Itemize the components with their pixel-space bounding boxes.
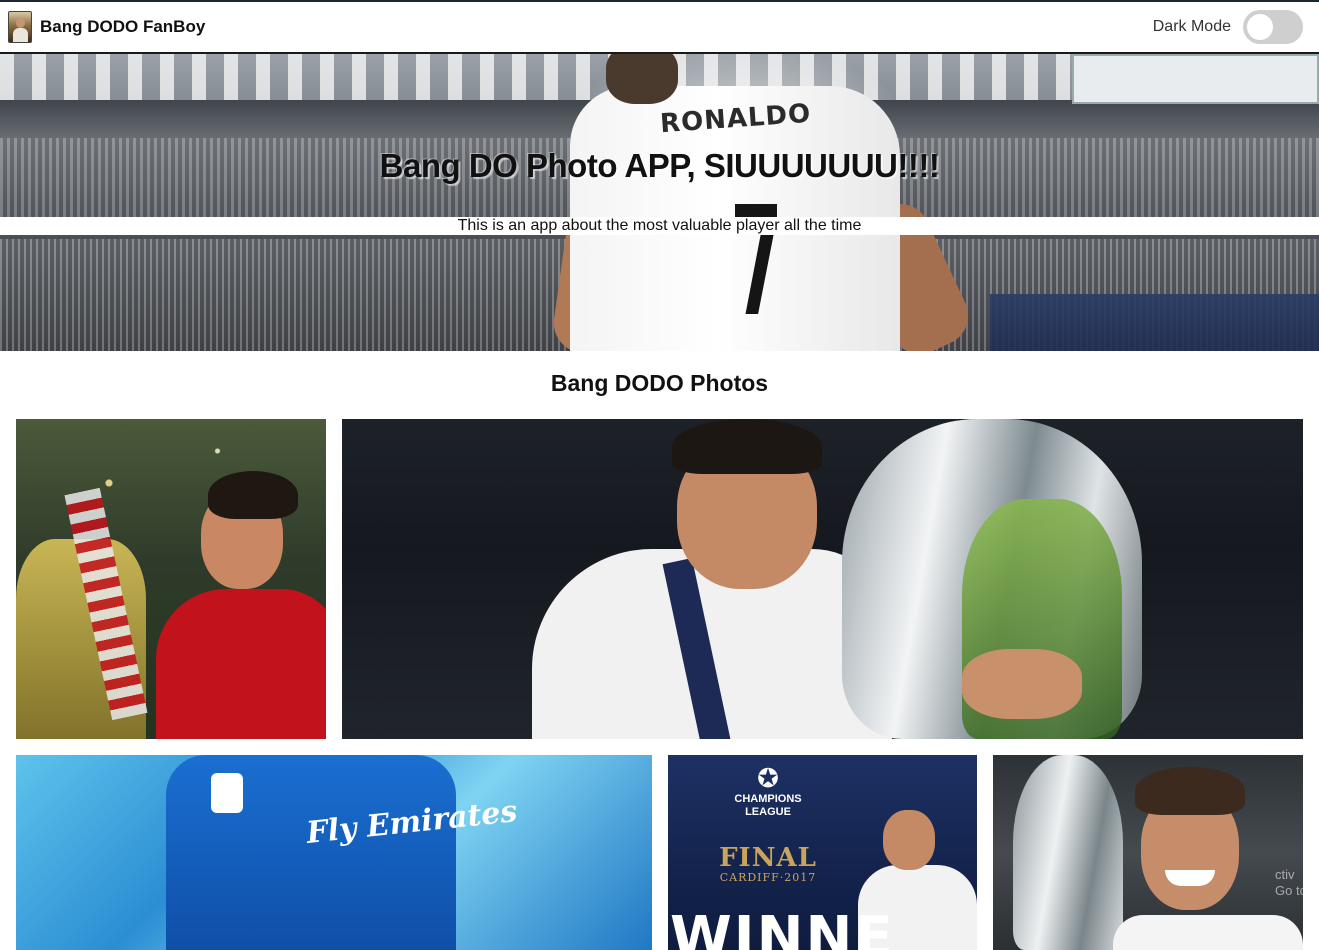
- league-line2: LEAGUE: [745, 806, 791, 818]
- hero-title: Bang DO Photo APP, SIUUUUUUU!!!!: [379, 147, 940, 184]
- gallery-photo-4[interactable]: ✪ CHAMPIONS LEAGUE FINAL CARDIFF·2017 WI…: [668, 755, 977, 950]
- dark-mode-toggle[interactable]: [1243, 10, 1303, 44]
- gallery-photo-2[interactable]: [342, 419, 1303, 739]
- toggle-knob: [1247, 14, 1273, 40]
- star-ball-icon: ✪: [757, 763, 779, 793]
- champions-league-logo: ✪ CHAMPIONS LEAGUE: [668, 763, 868, 819]
- activation-watermark: ctiv Go to: [1275, 867, 1303, 898]
- brand-link[interactable]: Bang DODO FanBoy: [8, 11, 205, 43]
- top-navbar: Bang DODO FanBoy Dark Mode: [0, 0, 1319, 54]
- brand-logo-image: [8, 11, 32, 43]
- red-shirt-shape: [156, 589, 326, 739]
- gallery-photo-3[interactable]: Fly Emirates: [16, 755, 652, 950]
- gallery-heading: Bang DODO Photos: [550, 370, 769, 396]
- blue-jersey-shape: [166, 755, 456, 950]
- dark-mode-control: Dark Mode: [1153, 10, 1303, 44]
- trophy-shape: [1013, 755, 1123, 950]
- gallery-photo-1[interactable]: [16, 419, 326, 739]
- league-line1: CHAMPIONS: [734, 793, 802, 805]
- hair-shape: [208, 471, 298, 519]
- stadium-scoreboard: [1072, 54, 1319, 104]
- winner-text: WINNE: [670, 905, 895, 950]
- brand-title: Bang DODO FanBoy: [40, 17, 206, 36]
- league-badge-shape: [211, 773, 243, 813]
- white-shirt-shape: [1113, 915, 1303, 950]
- hero-player-figure: RONALDO: [549, 54, 980, 351]
- hero-subtitle: This is an app about the most valuable p…: [0, 217, 1319, 235]
- final-text: FINAL: [719, 843, 817, 873]
- hair-shape: [1135, 767, 1245, 815]
- player-head: [606, 54, 678, 104]
- hair-shape: [672, 419, 822, 474]
- hand-shape: [962, 649, 1082, 719]
- dark-mode-label: Dark Mode: [1152, 18, 1231, 35]
- venue-text: CARDIFF·2017: [719, 871, 817, 884]
- gallery-photo-5[interactable]: ctiv Go to: [993, 755, 1303, 950]
- face-shape: [883, 810, 935, 870]
- ultras-banner: [990, 294, 1319, 351]
- hero-banner: RONALDO Bang DO Photo APP, SIUUUUUUU!!!!…: [0, 54, 1319, 351]
